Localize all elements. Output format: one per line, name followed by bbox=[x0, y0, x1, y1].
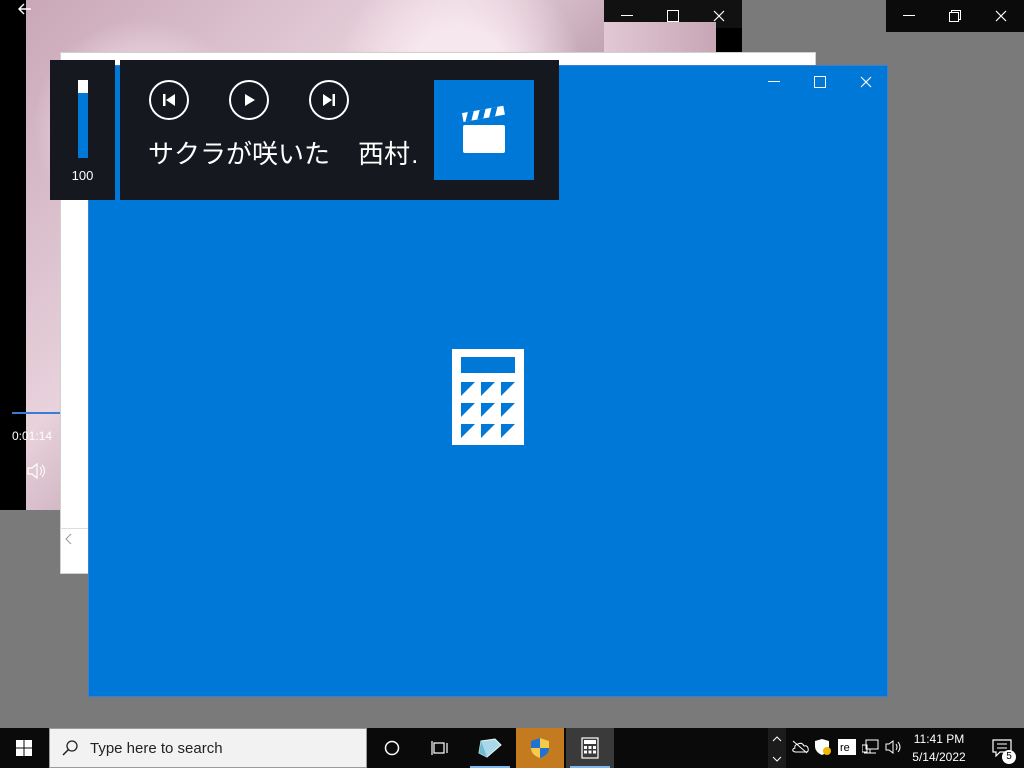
clock-date: 5/14/2022 bbox=[912, 750, 966, 764]
cortana-button[interactable] bbox=[368, 728, 416, 768]
volume-value: 100 bbox=[71, 168, 94, 183]
track-artist: 西村… bbox=[358, 139, 418, 169]
taskbar: Type here to search re 11:41 PM 5/14/202… bbox=[0, 728, 1024, 768]
skip-previous-icon bbox=[163, 94, 175, 106]
search-placeholder: Type here to search bbox=[90, 739, 223, 757]
minimize-icon bbox=[903, 15, 915, 16]
taskbar-app-calculator[interactable] bbox=[566, 728, 614, 768]
task-view-button[interactable] bbox=[416, 728, 464, 768]
minimize-button[interactable] bbox=[886, 0, 932, 32]
back-button[interactable] bbox=[8, 0, 42, 18]
taskbar-app-security[interactable] bbox=[516, 728, 564, 768]
media-track-info: サクラが咲いた西村… bbox=[148, 134, 418, 171]
calc-close-button[interactable] bbox=[843, 66, 889, 98]
close-icon bbox=[995, 10, 1007, 22]
media-volume-panel: 100 bbox=[50, 60, 115, 200]
volume-slider-fill[interactable] bbox=[78, 93, 88, 158]
taskbar-clock[interactable]: 11:41 PM 5/14/2022 bbox=[900, 730, 978, 766]
network-tray-button[interactable] bbox=[862, 738, 880, 756]
previous-track-button[interactable] bbox=[149, 80, 189, 120]
video-progress-bar[interactable] bbox=[12, 412, 60, 414]
cloud-off-icon bbox=[792, 740, 809, 754]
close-icon bbox=[713, 10, 725, 22]
cortana-icon bbox=[384, 740, 400, 756]
background-window-scroll-left[interactable] bbox=[60, 528, 90, 549]
maximize-icon bbox=[667, 10, 679, 22]
re-icon: re bbox=[838, 739, 856, 755]
back-arrow-icon bbox=[18, 3, 31, 15]
task-view-icon bbox=[431, 741, 448, 755]
play-button[interactable] bbox=[229, 80, 269, 120]
calculator-icon bbox=[581, 737, 599, 759]
play-icon bbox=[245, 94, 255, 106]
close-button[interactable] bbox=[978, 0, 1024, 32]
taskbar-app-cube[interactable] bbox=[466, 728, 514, 768]
media-control-panel: サクラが咲いた西村… bbox=[120, 60, 559, 200]
skip-next-icon bbox=[323, 94, 335, 106]
next-track-button[interactable] bbox=[309, 80, 349, 120]
video-time-elapsed: 0:01:14 bbox=[12, 429, 53, 443]
chevron-up-icon bbox=[772, 736, 782, 762]
search-icon bbox=[50, 728, 90, 768]
action-center-button[interactable]: 5 bbox=[980, 728, 1024, 768]
close-icon bbox=[860, 76, 872, 88]
windows-logo-icon bbox=[16, 740, 32, 756]
security-icon bbox=[815, 739, 831, 755]
search-box[interactable]: Type here to search bbox=[49, 728, 367, 768]
restore-button[interactable] bbox=[932, 0, 978, 32]
show-hidden-icons-button[interactable] bbox=[768, 728, 786, 768]
maximize-icon bbox=[814, 76, 826, 88]
volume-icon bbox=[27, 462, 45, 480]
re-tray-button[interactable]: re bbox=[838, 738, 856, 756]
network-icon bbox=[862, 739, 879, 754]
calc-minimize-button[interactable] bbox=[751, 66, 797, 98]
svg-text:re: re bbox=[840, 742, 850, 754]
clock-time: 11:41 PM bbox=[913, 732, 965, 746]
chevron-left-icon bbox=[65, 533, 72, 545]
security-shield-icon bbox=[531, 738, 549, 758]
notification-count-badge: 5 bbox=[1002, 750, 1016, 764]
clapperboard-icon bbox=[461, 105, 505, 153]
calc-maximize-button[interactable] bbox=[797, 66, 843, 98]
minimize-icon bbox=[621, 15, 633, 16]
cube-app-icon bbox=[478, 738, 502, 758]
minimize-icon bbox=[768, 81, 780, 82]
video-volume-button[interactable] bbox=[26, 462, 48, 480]
onedrive-tray-button[interactable] bbox=[791, 738, 809, 756]
track-title: サクラが咲いた bbox=[148, 139, 331, 169]
calculator-icon bbox=[452, 349, 524, 445]
window-controls-bar bbox=[886, 0, 1024, 32]
start-button[interactable] bbox=[0, 728, 48, 768]
security-tray-button[interactable] bbox=[814, 738, 832, 756]
restore-icon bbox=[949, 10, 961, 22]
media-thumbnail[interactable] bbox=[434, 80, 534, 180]
